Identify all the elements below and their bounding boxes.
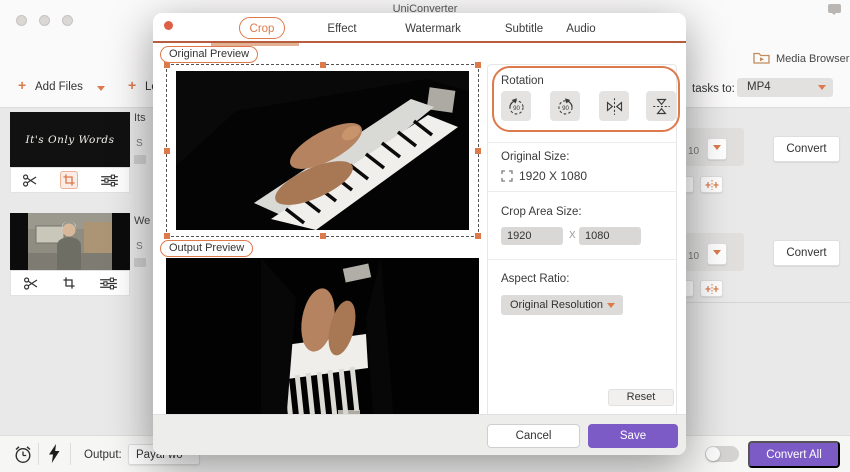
crop-area-size-label: Crop Area Size:	[501, 206, 582, 218]
chevron-down-icon	[607, 303, 615, 312]
crop-handle-se[interactable]	[475, 233, 481, 239]
output-format-select[interactable]: MP4	[737, 78, 833, 97]
convert-all-button[interactable]: Convert All	[748, 441, 840, 468]
crop-handle-n[interactable]	[320, 62, 326, 68]
traffic-light-zoom[interactable]	[62, 15, 73, 26]
original-size-value: 1920 X 1080	[519, 169, 587, 183]
tab-watermark[interactable]: Watermark	[405, 23, 461, 35]
aspect-ratio-value: Original Resolution	[510, 299, 603, 311]
original-preview-video	[176, 71, 469, 230]
original-size-label: Original Size:	[501, 151, 569, 163]
tab-effect[interactable]: Effect	[327, 23, 356, 35]
feedback-icon[interactable]	[828, 4, 841, 13]
trim-scissors-icon[interactable]	[22, 173, 38, 188]
clip1-thumbnail[interactable]: It's Only Words	[10, 112, 130, 167]
output-preview-label: Output Preview	[160, 240, 253, 257]
clip1-compare-button[interactable]	[700, 176, 723, 193]
save-button[interactable]: Save	[588, 424, 678, 448]
plus-icon: +	[128, 77, 136, 93]
rotation-annotation	[492, 66, 680, 132]
crop-handle-ne[interactable]	[475, 62, 481, 68]
aspect-ratio-select[interactable]: Original Resolution	[501, 295, 623, 315]
crop-handle-w[interactable]	[164, 148, 170, 154]
clip2-format-dropdown-button[interactable]	[707, 243, 727, 265]
crop-height-input[interactable]	[579, 227, 641, 245]
frame-size-icon	[501, 170, 513, 182]
clip2-meta-partial: S	[136, 241, 143, 252]
tab-crop[interactable]: Crop	[250, 23, 275, 35]
clip1-format-partial: 10	[688, 146, 699, 157]
chevron-down-icon	[713, 250, 721, 259]
row-divider	[686, 302, 850, 303]
crop-handle-e[interactable]	[475, 148, 481, 154]
format-value: MP4	[747, 81, 771, 93]
split-compare-icon	[705, 284, 719, 294]
clip2-compare-button[interactable]	[700, 280, 723, 297]
traffic-light-minimize[interactable]	[39, 15, 50, 26]
aspect-ratio-label: Aspect Ratio:	[501, 273, 569, 285]
output-label: Output:	[84, 449, 122, 461]
chevron-down-icon[interactable]	[97, 86, 105, 95]
clip2-video-frame	[10, 213, 130, 270]
hardware-acceleration-bolt-icon[interactable]	[48, 444, 60, 463]
clip1-title-partial: Its	[134, 112, 146, 124]
add-files-button[interactable]: Add Files	[35, 81, 83, 93]
clip1-caption: It's Only Words	[10, 134, 130, 146]
high-speed-toggle[interactable]	[705, 446, 739, 462]
tab-audio[interactable]: Audio	[566, 23, 595, 35]
crop-handle-s[interactable]	[320, 233, 326, 239]
schedule-clock-icon[interactable]	[14, 445, 32, 464]
original-preview-label: Original Preview	[160, 46, 258, 63]
traffic-light-close[interactable]	[16, 15, 27, 26]
cancel-button[interactable]: Cancel	[487, 424, 580, 448]
divider	[70, 443, 71, 465]
crop-handle-sw[interactable]	[164, 233, 170, 239]
chevron-down-icon	[818, 85, 826, 94]
plus-icon: +	[18, 77, 26, 93]
clip2-convert-button[interactable]: Convert	[773, 240, 840, 266]
crop-tool-icon-active[interactable]	[60, 171, 78, 189]
reset-button[interactable]: Reset	[608, 389, 674, 406]
crop-width-input[interactable]	[501, 227, 563, 245]
split-compare-icon	[705, 180, 719, 190]
clip2-title-partial: We	[134, 215, 150, 227]
section-divider	[488, 142, 676, 143]
clip2-edit-toolbar	[10, 270, 130, 296]
crop-tool-icon[interactable]	[63, 277, 75, 289]
crop-dialog: Crop Effect Watermark Subtitle Audio Ori…	[153, 13, 686, 455]
clip1-convert-button[interactable]: Convert	[773, 136, 840, 162]
chevron-down-icon	[713, 145, 721, 154]
clip2-format-partial: 10	[688, 251, 699, 262]
media-folder-icon	[753, 51, 770, 64]
clip1-meta-partial: S	[136, 138, 143, 149]
crop-handle-nw[interactable]	[164, 62, 170, 68]
dialog-close-button[interactable]	[164, 21, 173, 30]
trim-scissors-icon[interactable]	[23, 276, 39, 291]
section-divider	[488, 259, 676, 260]
clip1-format-dropdown-button[interactable]	[707, 138, 727, 160]
clip2-meta-icon	[134, 258, 146, 267]
tasks-to-label: tasks to:	[692, 83, 735, 95]
section-divider	[488, 191, 676, 192]
divider	[38, 443, 39, 465]
size-separator: X	[569, 230, 576, 241]
clip1-meta-icon	[134, 155, 146, 164]
media-browser-button[interactable]: Media Browser	[776, 53, 849, 65]
tab-subtitle[interactable]: Subtitle	[505, 23, 543, 35]
clip2-thumbnail[interactable]	[10, 213, 130, 270]
dialog-footer: Cancel Save	[153, 414, 686, 455]
effects-sliders-icon[interactable]	[100, 277, 117, 290]
effects-sliders-icon[interactable]	[101, 174, 118, 187]
clip1-edit-toolbar	[10, 167, 130, 193]
